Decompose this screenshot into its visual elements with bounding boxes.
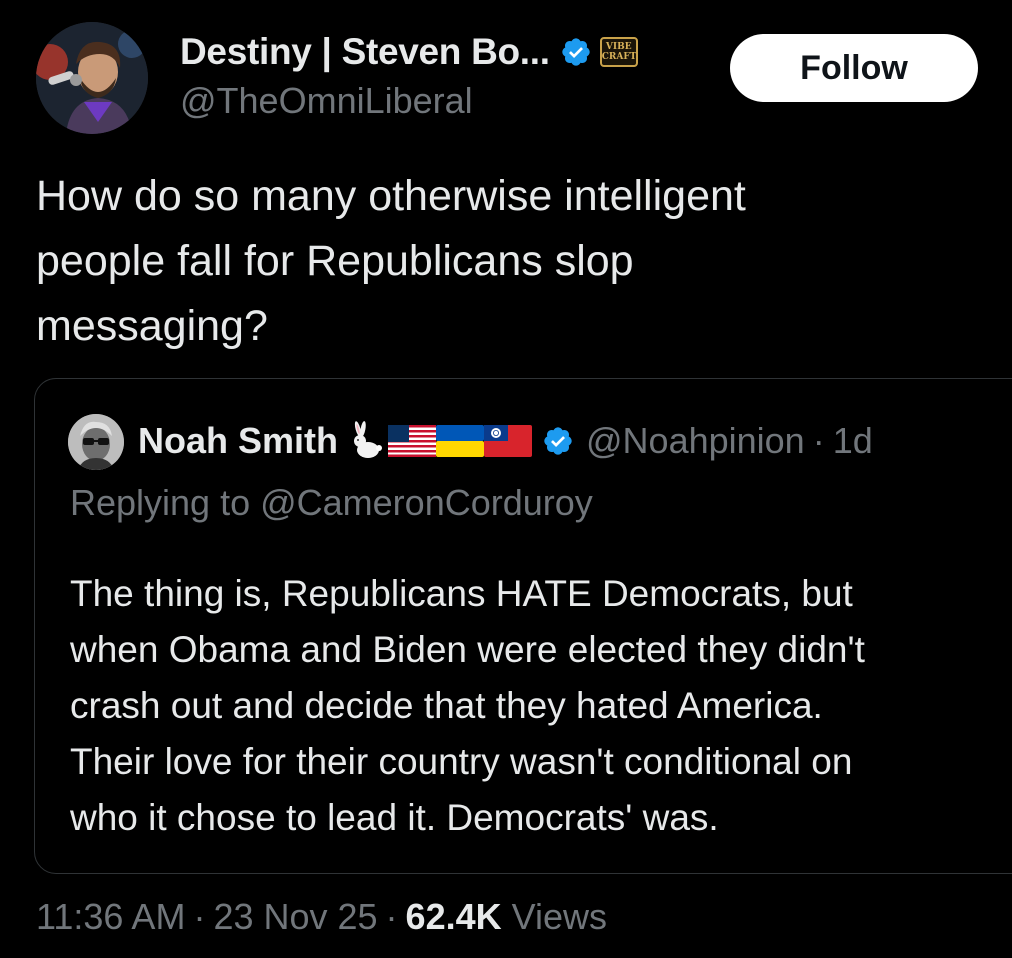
tweet-text-line: How do so many otherwise intelligent <box>36 172 746 220</box>
quote-author-name[interactable]: Noah Smith <box>138 420 338 462</box>
badge-line-1: VIBE <box>605 42 632 52</box>
author-avatar-image <box>36 22 148 134</box>
badge-line-2: CRAFT <box>601 52 637 62</box>
author-name-row: Destiny | Steven Bo... VIBE CRAFT <box>180 28 638 76</box>
tweet-text-line: messaging? <box>36 302 268 350</box>
meta-separator: · <box>193 896 206 937</box>
vibe-craft-badge-icon[interactable]: VIBE CRAFT <box>599 37 638 67</box>
quote-text-line: when Obama and Biden were elected they d… <box>70 629 865 670</box>
quote-text-line: crash out and decide that they hated Ame… <box>70 685 823 726</box>
quote-verified-badge-icon[interactable] <box>542 425 574 457</box>
quote-text-line: Their love for their country wasn't cond… <box>70 741 853 782</box>
quote-author-emojis <box>348 421 533 461</box>
tweet-date[interactable]: 23 Nov 25 <box>213 896 377 937</box>
us-flag-icon <box>388 425 437 457</box>
author-avatar[interactable] <box>36 22 148 134</box>
taiwan-flag-icon <box>484 425 533 457</box>
author-name[interactable]: Destiny | Steven Bo... <box>180 31 550 73</box>
quote-header: Noah Smith @Noahpinion · 1d <box>138 416 873 466</box>
quote-author-avatar[interactable] <box>68 414 124 470</box>
follow-button[interactable]: Follow <box>730 34 978 102</box>
quote-author-handle[interactable]: @Noahpinion <box>586 420 805 462</box>
quote-timestamp[interactable]: 1d <box>833 420 873 462</box>
tweet-text-line: people fall for Republicans slop <box>36 237 634 285</box>
quote-text: The thing is, Republicans HATE Democrats… <box>70 566 1010 846</box>
tweet-text: How do so many otherwise intelligent peo… <box>36 164 976 359</box>
ukraine-flag-icon <box>436 425 485 457</box>
quote-text-line: The thing is, Republicans HATE Democrats… <box>70 573 853 614</box>
quote-avatar-image <box>68 414 124 470</box>
author-handle[interactable]: @TheOmniLiberal <box>180 80 473 122</box>
replying-to-text[interactable]: Replying to @CameronCorduroy <box>70 482 593 524</box>
quote-separator: · <box>812 420 825 461</box>
views-count[interactable]: 62.4K <box>406 896 502 937</box>
tweet-meta-row: 11:36 AM · 23 Nov 25 · 62.4K Views <box>36 896 607 938</box>
tweet-time[interactable]: 11:36 AM <box>36 896 185 937</box>
views-label: Views <box>511 896 608 937</box>
meta-separator: · <box>385 896 398 937</box>
verified-badge-icon[interactable] <box>560 36 592 68</box>
quote-text-line: who it chose to lead it. Democrats' was. <box>70 797 719 838</box>
rabbit-icon <box>354 421 383 458</box>
